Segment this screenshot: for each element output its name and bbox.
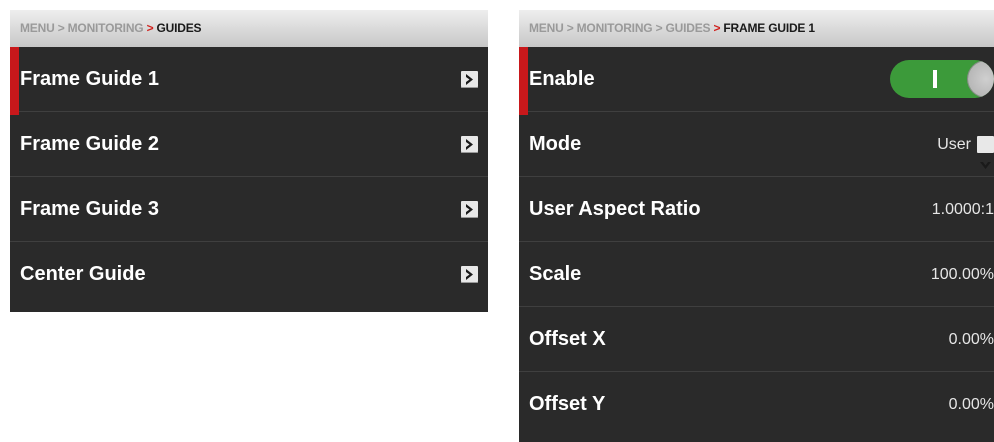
breadcrumb: MENU > MONITORING > GUIDES	[10, 10, 488, 47]
breadcrumb-separator: >	[146, 21, 154, 35]
menu-item-label: Frame Guide 1	[20, 68, 159, 90]
chevron-down-icon[interactable]	[977, 136, 994, 169]
setting-row-mode[interactable]: Mode User	[519, 112, 994, 177]
guides-menu-panel: MENU > MONITORING > GUIDES Frame Guide 1…	[10, 10, 488, 312]
breadcrumb-separator: >	[566, 21, 574, 35]
menu-item-label: Frame Guide 2	[20, 133, 159, 155]
breadcrumb-current: GUIDES	[156, 21, 202, 35]
breadcrumb-separator: >	[655, 21, 663, 35]
breadcrumb-monitoring[interactable]: MONITORING	[68, 21, 144, 35]
enable-toggle[interactable]	[890, 60, 994, 98]
setting-row-scale[interactable]: Scale 100.00%	[519, 242, 994, 307]
breadcrumb-separator: >	[713, 21, 721, 35]
toggle-knob[interactable]	[968, 61, 994, 97]
breadcrumb-monitoring[interactable]: MONITORING	[577, 21, 653, 35]
mode-dropdown[interactable]: User	[937, 112, 994, 177]
setting-row-offset-y[interactable]: Offset Y 0.00%	[519, 372, 994, 437]
setting-label: Enable	[529, 68, 595, 90]
chevron-right-icon[interactable]	[461, 136, 478, 153]
offset-y-value[interactable]: 0.00%	[949, 372, 994, 437]
breadcrumb-menu[interactable]: MENU	[20, 21, 55, 35]
mode-value: User	[937, 136, 971, 153]
frame-guide-settings-panel: MENU > MONITORING > GUIDES > FRAME GUIDE…	[519, 10, 994, 442]
offset-x-value[interactable]: 0.00%	[949, 307, 994, 372]
menu-item-frame-guide-1[interactable]: Frame Guide 1	[10, 47, 488, 115]
setting-label: Offset X	[529, 328, 606, 350]
aspect-ratio-value[interactable]: 1.0000:1	[932, 177, 994, 242]
menu-item-frame-guide-2[interactable]: Frame Guide 2	[10, 112, 488, 177]
breadcrumb-current: FRAME GUIDE 1	[723, 21, 815, 35]
breadcrumb: MENU > MONITORING > GUIDES > FRAME GUIDE…	[519, 10, 994, 47]
setting-label: Mode	[529, 133, 582, 155]
setting-label: Offset Y	[529, 393, 606, 415]
menu-item-frame-guide-3[interactable]: Frame Guide 3	[10, 177, 488, 242]
scale-value[interactable]: 100.00%	[931, 242, 994, 307]
chevron-right-icon[interactable]	[461, 201, 478, 218]
menu-item-label: Frame Guide 3	[20, 198, 159, 220]
menu-item-center-guide[interactable]: Center Guide	[10, 242, 488, 307]
toggle-on-mark	[933, 70, 937, 88]
setting-row-offset-x[interactable]: Offset X 0.00%	[519, 307, 994, 372]
breadcrumb-menu[interactable]: MENU	[529, 21, 564, 35]
setting-label: Scale	[529, 263, 582, 285]
chevron-right-icon[interactable]	[461, 71, 478, 88]
breadcrumb-guides[interactable]: GUIDES	[666, 21, 711, 35]
breadcrumb-separator: >	[57, 21, 65, 35]
setting-label: User Aspect Ratio	[529, 198, 701, 220]
menu-item-label: Center Guide	[20, 263, 146, 285]
setting-row-user-aspect-ratio[interactable]: User Aspect Ratio 1.0000:1	[519, 177, 994, 242]
chevron-right-icon[interactable]	[461, 266, 478, 283]
setting-row-enable[interactable]: Enable	[519, 47, 994, 115]
